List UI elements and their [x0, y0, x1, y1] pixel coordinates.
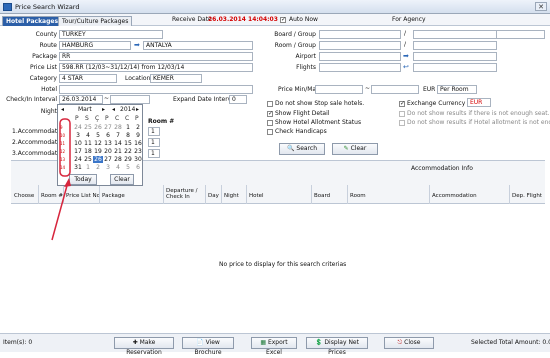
view-brochure-button[interactable]: 📄 View Brochure [182, 337, 234, 356]
export-excel-button[interactable]: ▦ Export Excel [251, 337, 297, 356]
make-reservation-label: Make Reservation [126, 339, 162, 356]
display-net-prices-button[interactable]: 💲 Display Net Prices [306, 337, 368, 356]
excel-icon: ▦ [260, 339, 267, 346]
annotation-overlay [51, 118, 71, 241]
brochure-icon: 📄 [196, 339, 204, 346]
selected-total-amount: Selected Total Amount: 0.00 [471, 339, 550, 346]
bottom-bar: Item(s): 0 ✚ Make Reservation 📄 View Bro… [0, 333, 550, 356]
reservation-icon: ✚ [132, 339, 138, 346]
net-prices-icon: 💲 [315, 339, 323, 346]
annotation-arrowhead [64, 178, 71, 187]
export-excel-label: Export Excel [266, 339, 288, 356]
make-reservation-button[interactable]: ✚ Make Reservation [114, 337, 174, 356]
display-net-prices-label: Display Net Prices [324, 339, 359, 356]
week-column-highlight [59, 118, 71, 177]
close-button-label: Close [404, 339, 421, 346]
close-door-icon: ⎋ [397, 339, 403, 346]
close-button[interactable]: ⎋ Close [384, 337, 434, 349]
item-count: Item(s): 0 [3, 339, 33, 346]
annotation-arrow [51, 181, 69, 241]
